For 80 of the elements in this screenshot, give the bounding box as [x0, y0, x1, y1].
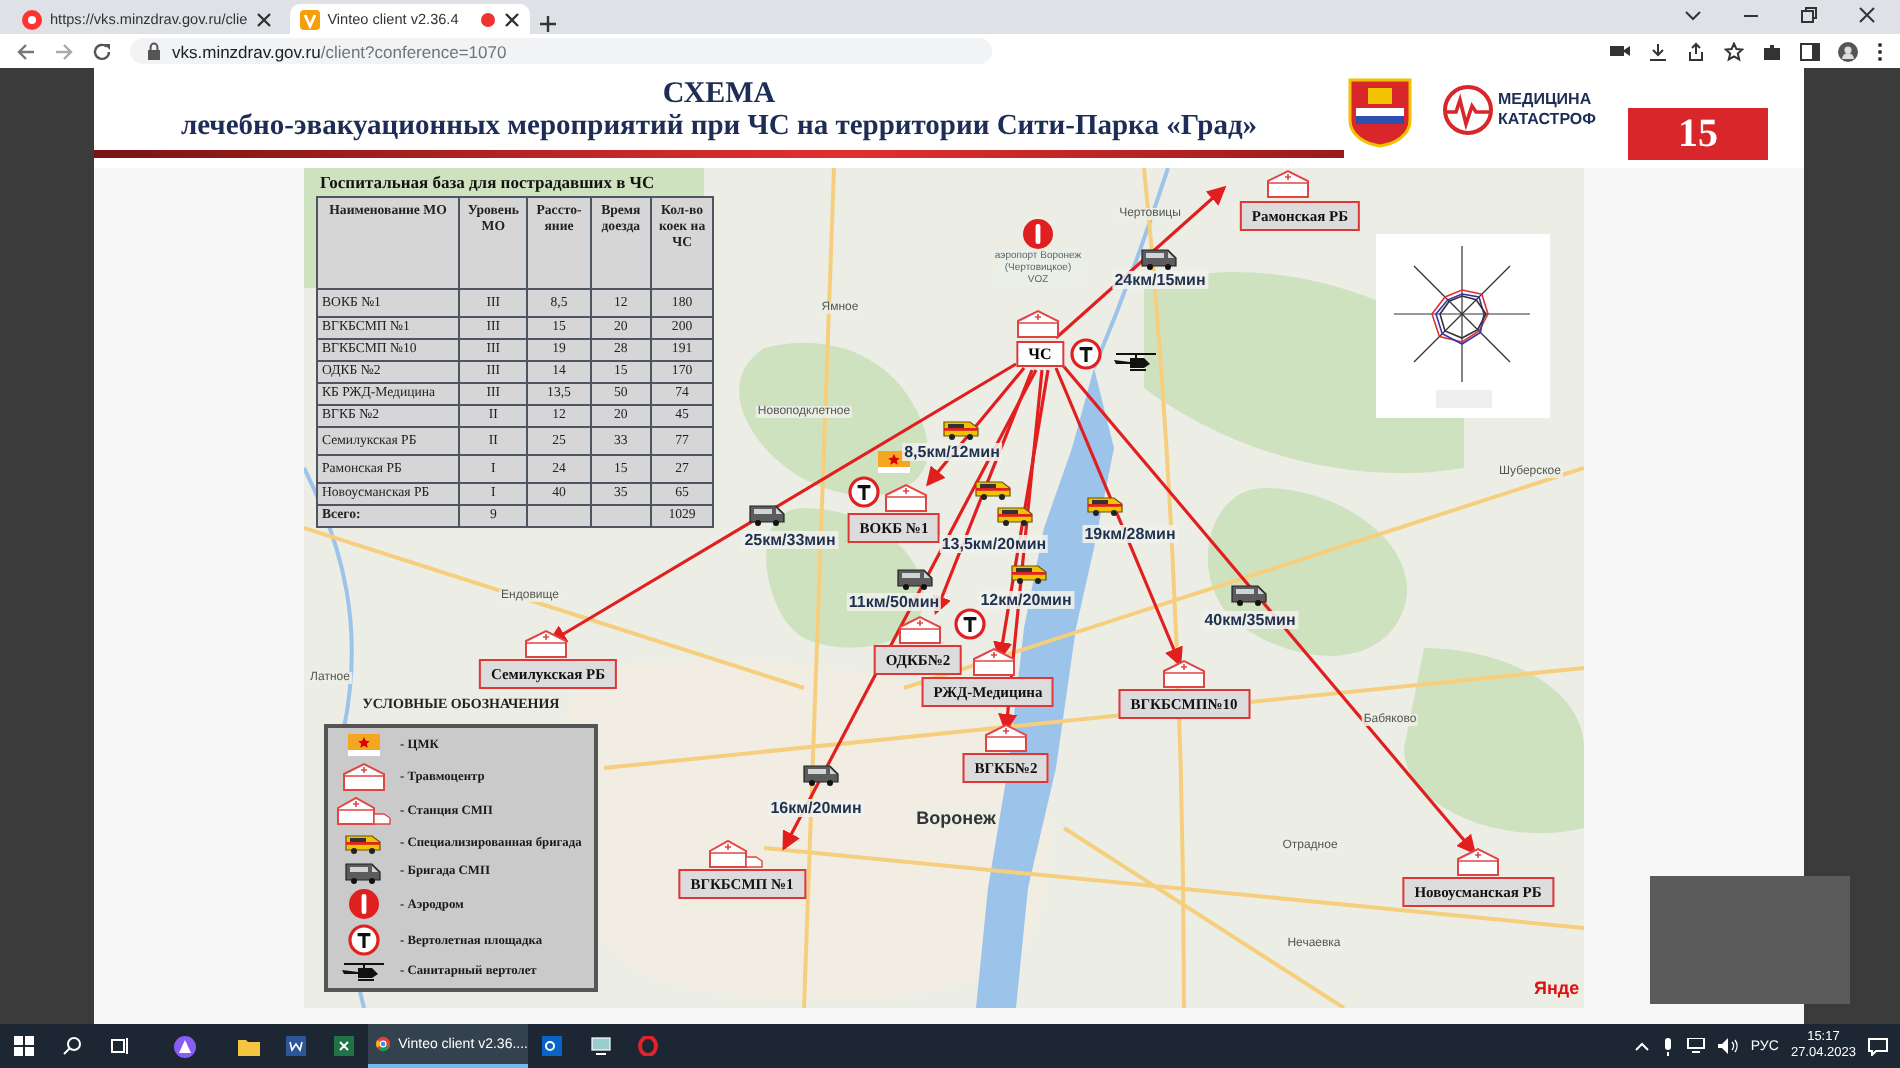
notifications-icon[interactable]: [1868, 1037, 1888, 1055]
microphone-icon[interactable]: [1662, 1037, 1675, 1055]
flag-icon: [348, 734, 380, 757]
station-icon: [708, 839, 764, 869]
download-icon[interactable]: [1648, 41, 1668, 61]
route-label: 25км/33мин: [742, 531, 838, 549]
helipad-icon: [954, 608, 986, 640]
helipad-icon: [1070, 338, 1102, 370]
aerodrome-icon: [348, 888, 380, 921]
van-icon: [896, 566, 936, 590]
slide-title: СХЕМА: [662, 78, 776, 110]
opera-icon[interactable]: [638, 1036, 658, 1056]
video-thumbnail[interactable]: [1650, 876, 1850, 1004]
assistant-icon[interactable]: [173, 1035, 195, 1057]
url-text: vks.minzdrav.gov.ru/client?conference=1070: [172, 41, 507, 61]
van-icon: [802, 762, 842, 786]
helipad-icon: [348, 924, 380, 957]
new-tab-icon[interactable]: [537, 14, 558, 34]
excel-icon[interactable]: [334, 1036, 354, 1056]
route-label: 13,5км/20мин: [939, 535, 1049, 553]
van-icon: [974, 476, 1014, 500]
share-icon[interactable]: [1686, 41, 1706, 61]
back-icon[interactable]: [16, 41, 36, 61]
van-icon: [942, 416, 982, 440]
van-icon: [344, 830, 384, 855]
route-label: 12км/20мин: [978, 591, 1074, 609]
camera-icon[interactable]: [1610, 41, 1630, 59]
browser-logo-icon: [376, 1034, 391, 1054]
close-icon[interactable]: [1858, 5, 1876, 23]
aerodrome-icon: [1022, 218, 1054, 250]
page-number: 15: [1627, 108, 1768, 160]
station-icon: [336, 795, 392, 826]
windows-logo-icon[interactable]: [14, 1036, 34, 1056]
route-label: 40км/35мин: [1202, 611, 1298, 629]
van-icon: [996, 502, 1036, 526]
incident-label: ЧС: [1016, 341, 1064, 367]
side-panel-icon[interactable]: [1800, 41, 1820, 61]
route-label: 19км/28мин: [1082, 525, 1178, 543]
close-icon[interactable]: [503, 11, 520, 27]
van-icon: [1086, 492, 1126, 516]
slide-subtitle: лечебно-эвакуационных мероприятий при ЧС на территории Сити-Парка «Град»: [180, 110, 1258, 144]
word-icon[interactable]: [286, 1036, 306, 1056]
van-icon: [344, 859, 384, 884]
route-label: 24км/15мин: [1112, 271, 1208, 289]
close-icon[interactable]: [255, 11, 272, 27]
folder-icon[interactable]: [237, 1037, 259, 1055]
favicon-icon: [22, 9, 42, 29]
van-icon: [748, 502, 788, 526]
mail-icon[interactable]: [542, 1036, 562, 1056]
computer-icon[interactable]: [589, 1036, 611, 1056]
restore-icon[interactable]: [1800, 5, 1818, 23]
place-label: Воронеж: [914, 808, 998, 828]
lock-icon: [146, 42, 162, 60]
recording-dot-icon: [479, 11, 496, 27]
route-label: 11км/50мин: [846, 593, 942, 611]
table-title: Госпитальная база для пострадавших в ЧС: [320, 172, 655, 192]
favicon-icon: [299, 9, 320, 29]
van-icon: [1010, 560, 1050, 584]
address-bar[interactable]: vks.minzdrav.gov.ru/client?conference=1070: [130, 38, 992, 64]
route-label: 8,5км/12мин: [902, 443, 1002, 461]
helipad-icon: [848, 476, 880, 508]
star-icon[interactable]: [1724, 41, 1744, 61]
van-icon: [1140, 246, 1180, 270]
reload-icon[interactable]: [92, 41, 112, 61]
helicopter-icon: [1112, 352, 1160, 372]
building-icon: [342, 761, 386, 792]
network-icon[interactable]: [1686, 1038, 1707, 1054]
map-attribution: Янде: [1534, 978, 1580, 998]
task-view-icon[interactable]: [110, 1036, 130, 1056]
logo-text: МЕДИЦИНА КАТАСТРОФ: [1498, 90, 1596, 130]
heartbeat-logo-icon: [1442, 84, 1494, 136]
profile-icon[interactable]: [1838, 41, 1858, 61]
search-icon[interactable]: [62, 1036, 82, 1056]
chevron-down-icon[interactable]: [1684, 5, 1702, 23]
chevron-up-icon[interactable]: [1634, 1040, 1651, 1052]
speaker-icon[interactable]: [1718, 1038, 1739, 1054]
van-icon: [1230, 582, 1270, 606]
helicopter-icon: [340, 961, 388, 982]
menu-icon[interactable]: [1876, 41, 1884, 61]
route-label: 16км/20мин: [768, 799, 864, 817]
